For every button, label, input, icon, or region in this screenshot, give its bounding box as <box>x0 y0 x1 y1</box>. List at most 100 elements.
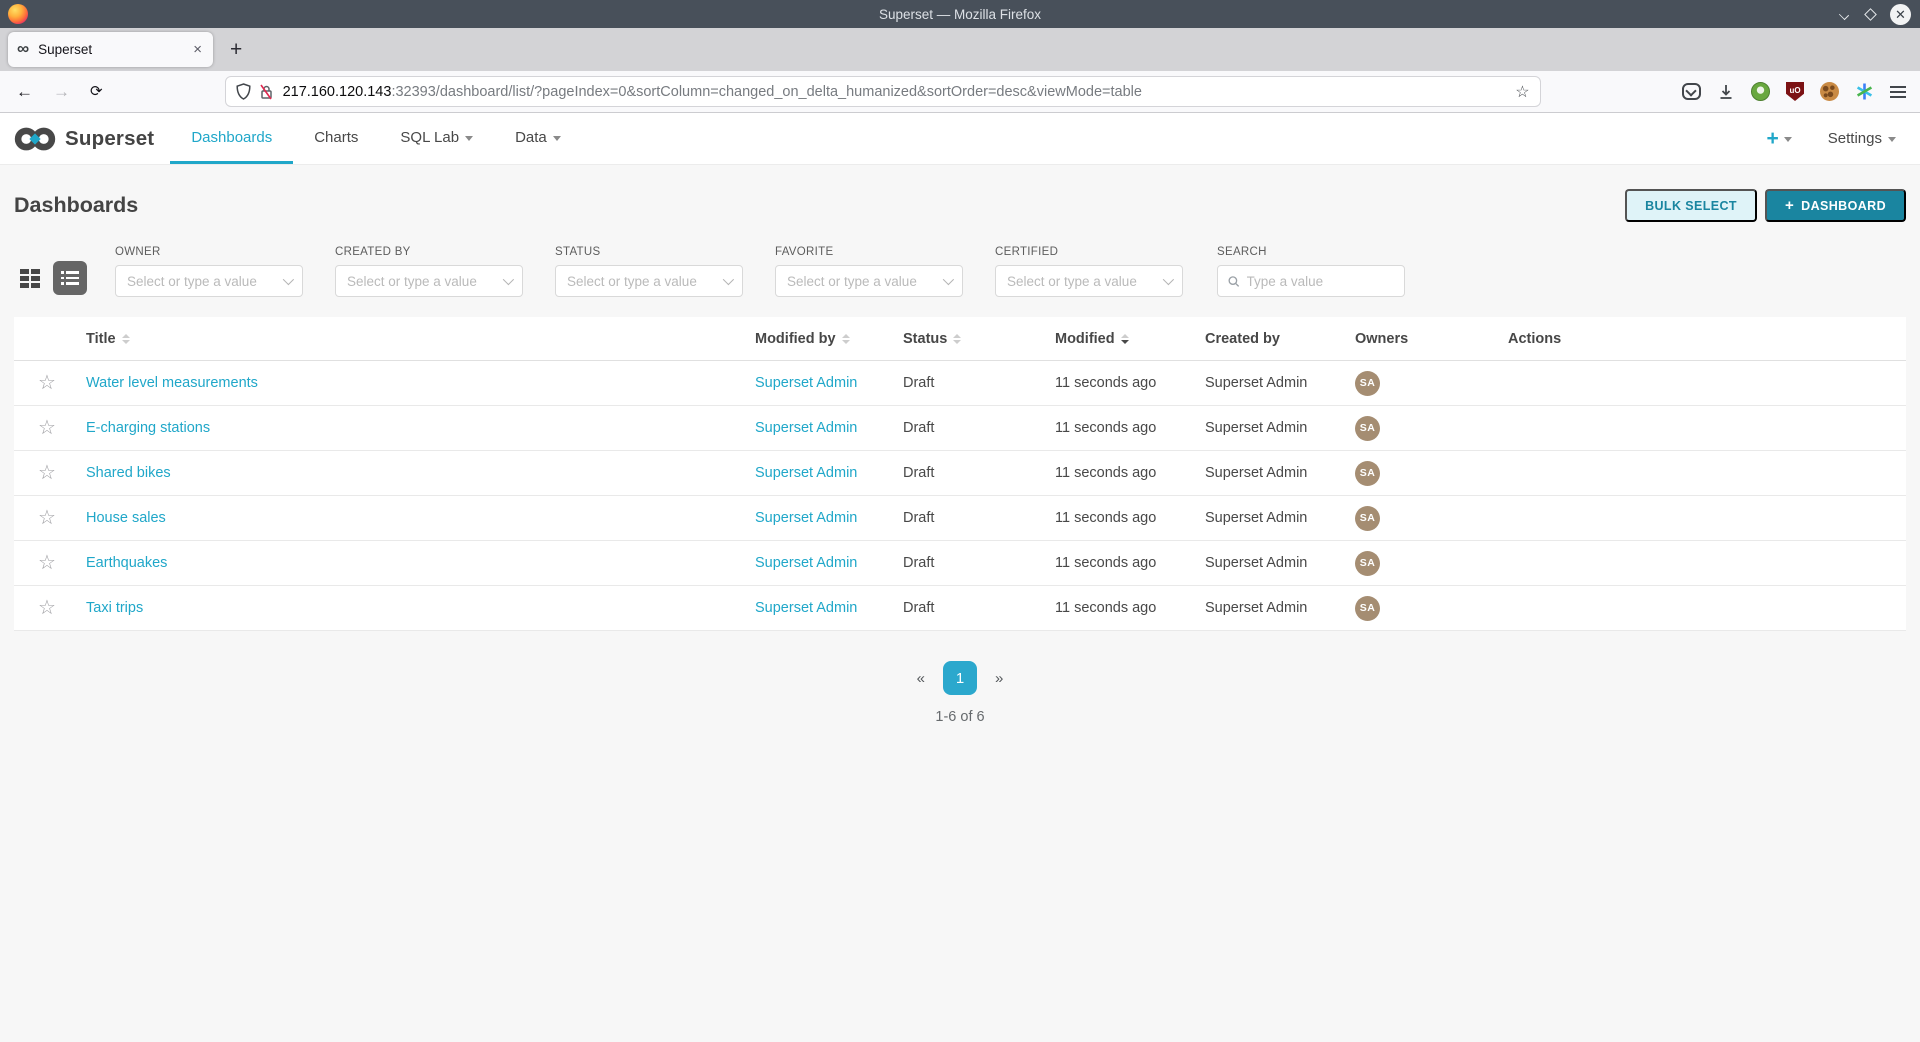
created-by-cell: Superset Admin <box>1205 510 1355 526</box>
window-maximize-icon[interactable] <box>1864 8 1877 21</box>
modified-by-link[interactable]: Superset Admin <box>755 510 857 526</box>
owner-avatar[interactable]: SA <box>1355 596 1380 621</box>
filter-search: SEARCH <box>1217 246 1405 297</box>
next-page-button[interactable]: » <box>995 670 1003 687</box>
modified-cell: 11 seconds ago <box>1055 375 1205 391</box>
modified-by-link[interactable]: Superset Admin <box>755 600 857 616</box>
superset-favicon-icon: ∞ <box>17 40 29 57</box>
sort-icon <box>842 334 850 344</box>
insecure-lock-icon[interactable] <box>259 84 274 100</box>
chevron-down-icon <box>1163 274 1174 285</box>
filter-owner-placeholder: Select or type a value <box>127 274 257 289</box>
column-modified-by-label: Modified by <box>755 331 836 347</box>
column-header-status[interactable]: Status <box>903 331 1055 347</box>
favorite-star-icon[interactable]: ☆ <box>38 417 56 439</box>
filter-created-by-select[interactable]: Select or type a value <box>335 265 523 297</box>
reload-icon[interactable]: ⟳ <box>90 84 103 99</box>
column-header-created-by: Created by <box>1205 331 1355 347</box>
column-status-label: Status <box>903 331 947 347</box>
sort-desc-icon <box>1121 334 1129 344</box>
column-header-title[interactable]: Title <box>86 331 755 347</box>
filter-certified-select[interactable]: Select or type a value <box>995 265 1183 297</box>
modified-by-link[interactable]: Superset Admin <box>755 375 857 391</box>
downloads-icon[interactable] <box>1717 83 1735 101</box>
filter-certified-label: CERTIFIED <box>995 246 1183 258</box>
new-item-menu[interactable]: + <box>1767 128 1792 149</box>
chevron-down-icon <box>1888 137 1896 142</box>
table-row: ☆ House sales Superset Admin Draft 11 se… <box>14 496 1906 541</box>
status-cell: Draft <box>903 510 1055 526</box>
chevron-down-icon <box>465 136 473 141</box>
favorite-star-icon[interactable]: ☆ <box>38 507 56 529</box>
modified-by-link[interactable]: Superset Admin <box>755 420 857 436</box>
tracking-protection-shield-icon[interactable] <box>236 83 251 100</box>
back-icon[interactable]: ← <box>16 83 33 100</box>
favorite-star-icon[interactable]: ☆ <box>38 462 56 484</box>
new-dashboard-button[interactable]: + DASHBOARD <box>1765 189 1906 222</box>
superset-logo[interactable]: Superset <box>0 113 154 164</box>
url-text[interactable]: 217.160.120.143:32393/dashboard/list/?pa… <box>283 84 1508 100</box>
ublock-origin-icon[interactable]: uO <box>1786 82 1804 101</box>
column-header-modified-by[interactable]: Modified by <box>755 331 903 347</box>
owner-avatar[interactable]: SA <box>1355 461 1380 486</box>
column-header-modified[interactable]: Modified <box>1055 331 1205 347</box>
search-label: SEARCH <box>1217 246 1405 258</box>
dashboard-title-link[interactable]: Shared bikes <box>86 465 171 481</box>
dashboard-title-link[interactable]: Taxi trips <box>86 600 143 616</box>
window-close-icon[interactable]: ✕ <box>1890 4 1911 25</box>
filter-certified: CERTIFIED Select or type a value <box>995 246 1183 297</box>
previous-page-button[interactable]: « <box>917 670 925 687</box>
bookmark-star-icon[interactable]: ☆ <box>1515 82 1529 102</box>
created-by-cell: Superset Admin <box>1205 465 1355 481</box>
favorite-star-icon[interactable]: ☆ <box>38 597 56 619</box>
pocket-icon[interactable] <box>1682 83 1701 100</box>
card-view-icon[interactable] <box>20 269 40 288</box>
filter-owner-select[interactable]: Select or type a value <box>115 265 303 297</box>
settings-menu[interactable]: Settings <box>1828 130 1896 147</box>
owner-avatar[interactable]: SA <box>1355 506 1380 531</box>
nav-dashboards[interactable]: Dashboards <box>170 113 293 164</box>
bulk-select-button[interactable]: BULK SELECT <box>1625 189 1757 222</box>
privacy-badger-icon[interactable] <box>1751 82 1770 101</box>
browser-tab-superset[interactable]: ∞ Superset × <box>8 32 213 67</box>
column-owners-label: Owners <box>1355 331 1408 347</box>
url-bar[interactable]: 217.160.120.143:32393/dashboard/list/?pa… <box>225 76 1541 107</box>
owner-avatar[interactable]: SA <box>1355 371 1380 396</box>
modified-by-link[interactable]: Superset Admin <box>755 555 857 571</box>
dashboard-title-link[interactable]: Water level measurements <box>86 375 258 391</box>
dashboard-title-link[interactable]: E-charging stations <box>86 420 210 436</box>
modified-by-link[interactable]: Superset Admin <box>755 465 857 481</box>
table-row: ☆ Taxi trips Superset Admin Draft 11 sec… <box>14 586 1906 631</box>
plus-icon: + <box>1767 128 1779 149</box>
nav-charts[interactable]: Charts <box>293 113 379 164</box>
owner-avatar[interactable]: SA <box>1355 551 1380 576</box>
chevron-down-icon <box>723 274 734 285</box>
search-input[interactable] <box>1247 274 1394 289</box>
owner-avatar[interactable]: SA <box>1355 416 1380 441</box>
filter-created-by-label: CREATED BY <box>335 246 523 258</box>
tab-close-icon[interactable]: × <box>191 41 204 58</box>
table-row: ☆ Water level measurements Superset Admi… <box>14 361 1906 406</box>
plus-icon: + <box>1785 198 1794 213</box>
cookie-extension-icon[interactable] <box>1820 82 1839 101</box>
new-tab-button[interactable]: + <box>230 39 242 60</box>
window-shade-icon[interactable] <box>1840 11 1851 18</box>
filter-status-select[interactable]: Select or type a value <box>555 265 743 297</box>
favorite-star-icon[interactable]: ☆ <box>38 372 56 394</box>
list-view-icon[interactable] <box>53 261 87 295</box>
forward-icon: → <box>53 83 70 100</box>
filter-favorite-select[interactable]: Select or type a value <box>775 265 963 297</box>
dashboard-title-link[interactable]: House sales <box>86 510 166 526</box>
url-host: 217.160.120.143 <box>283 84 392 100</box>
created-by-cell: Superset Admin <box>1205 375 1355 391</box>
page-1-button[interactable]: 1 <box>943 661 977 695</box>
nav-sql-lab[interactable]: SQL Lab <box>379 113 494 164</box>
sparkle-extension-icon[interactable] <box>1855 82 1874 101</box>
menu-hamburger-icon[interactable] <box>1890 86 1906 98</box>
search-icon <box>1228 275 1240 288</box>
nav-data[interactable]: Data <box>494 113 582 164</box>
favorite-star-icon[interactable]: ☆ <box>38 552 56 574</box>
filter-favorite-placeholder: Select or type a value <box>787 274 917 289</box>
dashboard-title-link[interactable]: Earthquakes <box>86 555 167 571</box>
tab-bar: ∞ Superset × + <box>0 28 1920 71</box>
